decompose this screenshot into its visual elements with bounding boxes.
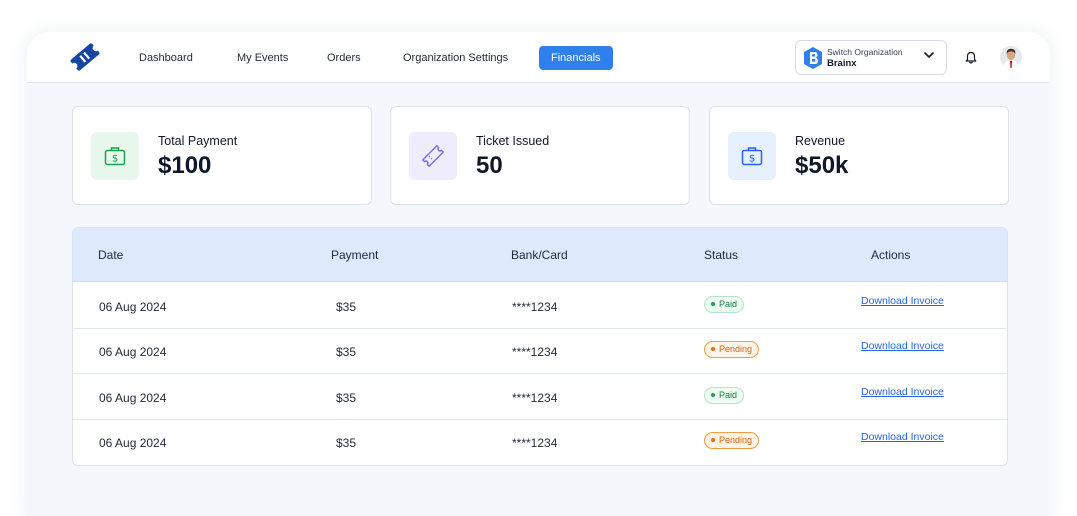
ticket-logo-icon[interactable]	[69, 41, 101, 73]
switch-organization-dropdown[interactable]: Switch Organization Brainx	[795, 40, 947, 75]
table-row: 06 Aug 2024 $35 ****1234 Pending Downloa…	[73, 328, 1007, 374]
nav-my-events[interactable]: My Events	[237, 46, 288, 70]
stat-label: Revenue	[795, 134, 846, 148]
download-invoice-link[interactable]: Download Invoice	[861, 386, 944, 398]
stat-card-revenue: $ Revenue $50k	[709, 106, 1009, 205]
cell-payment: $35	[336, 391, 357, 405]
organization-name: Brainx	[827, 58, 857, 69]
cell-card: ****1234	[512, 345, 558, 359]
app-window: Dashboard My Events Orders Organization …	[27, 32, 1050, 516]
cell-date: 06 Aug 2024	[99, 300, 167, 314]
cell-date: 06 Aug 2024	[99, 345, 167, 359]
column-header-actions: Actions	[871, 248, 911, 262]
download-invoice-link[interactable]: Download Invoice	[861, 431, 944, 443]
nav-financials[interactable]: Financials	[539, 46, 613, 70]
cell-card: ****1234	[512, 436, 558, 450]
download-invoice-link[interactable]: Download Invoice	[861, 295, 944, 307]
stat-label: Total Payment	[158, 134, 238, 148]
cell-card: ****1234	[512, 300, 558, 314]
money-bag-icon: $	[728, 132, 776, 180]
money-bag-icon: $	[91, 132, 139, 180]
stat-card-ticket-issued: Ticket Issued 50	[390, 106, 690, 205]
table-row: 06 Aug 2024 $35 ****1234 Paid Download I…	[73, 283, 1007, 329]
chevron-down-icon	[924, 52, 934, 58]
cell-payment: $35	[336, 300, 357, 314]
status-badge: Paid	[704, 296, 745, 313]
stat-label: Ticket Issued	[476, 134, 550, 148]
column-header-bank-card: Bank/Card	[511, 248, 568, 262]
svg-text:$: $	[749, 154, 755, 165]
payments-table: Date Payment Bank/Card Status Actions 06…	[72, 227, 1008, 466]
org-logo-icon	[804, 47, 822, 69]
cell-date: 06 Aug 2024	[99, 391, 167, 405]
column-header-status: Status	[704, 248, 739, 262]
download-invoice-link[interactable]: Download Invoice	[861, 340, 944, 352]
bell-icon[interactable]	[965, 51, 977, 64]
table-row: 06 Aug 2024 $35 ****1234 Paid Download I…	[73, 374, 1007, 420]
table-header: Date Payment Bank/Card Status Actions	[73, 228, 1007, 282]
status-badge: Pending	[704, 432, 760, 449]
nav-orders[interactable]: Orders	[327, 46, 361, 70]
status-badge: Paid	[704, 387, 745, 404]
table-row: 06 Aug 2024 $35 ****1234 Pending Downloa…	[73, 419, 1007, 465]
nav-organization-settings[interactable]: Organization Settings	[403, 46, 508, 70]
nav-dashboard[interactable]: Dashboard	[139, 46, 193, 70]
stat-card-total-payment: $ Total Payment $100	[72, 106, 372, 205]
column-header-payment: Payment	[331, 248, 379, 262]
cell-card: ****1234	[512, 391, 558, 405]
cell-date: 06 Aug 2024	[99, 436, 167, 450]
user-avatar[interactable]	[1000, 46, 1022, 68]
stat-value: $100	[158, 152, 212, 179]
ticket-icon	[409, 132, 457, 180]
cell-payment: $35	[336, 436, 357, 450]
svg-text:$: $	[112, 154, 118, 165]
switch-organization-label: Switch Organization	[827, 47, 903, 57]
cell-payment: $35	[336, 345, 357, 359]
stat-value: 50	[476, 152, 503, 179]
top-navbar: Dashboard My Events Orders Organization …	[27, 32, 1050, 83]
column-header-date: Date	[98, 248, 124, 262]
status-badge: Pending	[704, 341, 760, 358]
stat-value: $50k	[795, 152, 849, 179]
